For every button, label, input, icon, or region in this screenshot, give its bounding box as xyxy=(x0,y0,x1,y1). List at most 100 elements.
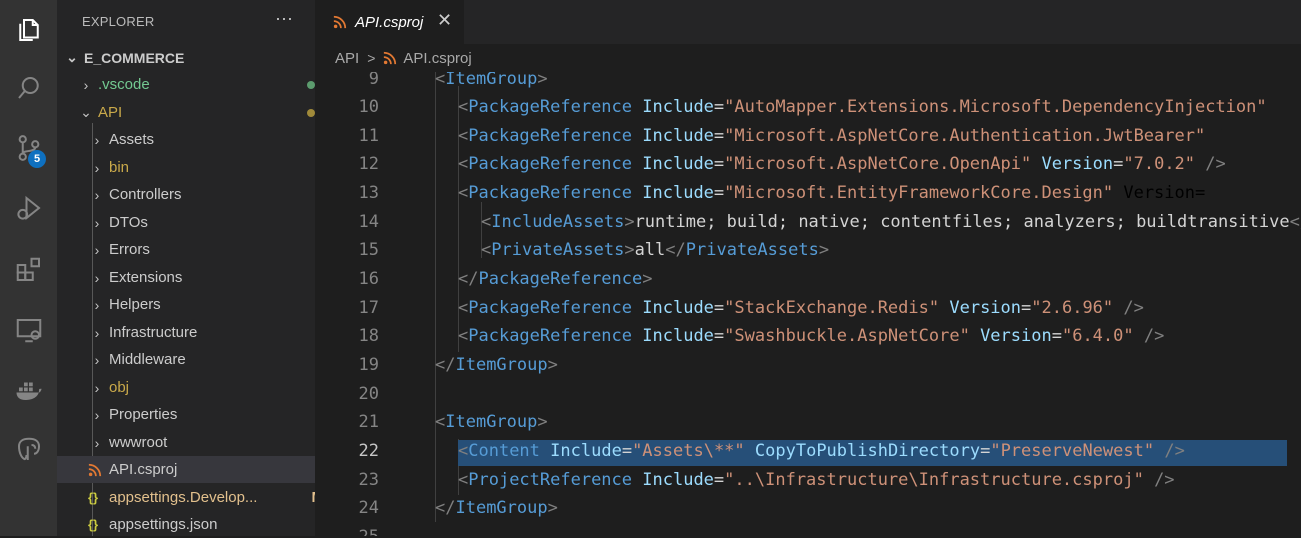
tree-file-appsettings[interactable]: {} appsettings.json xyxy=(57,511,346,538)
workspace-root[interactable]: ⌄ E_COMMERCE xyxy=(57,44,323,71)
line-number: 14 xyxy=(358,212,379,232)
tree-folder-middleware[interactable]: › Middleware xyxy=(57,346,348,373)
tree-item-label: bin xyxy=(109,159,130,176)
chevron-right-icon: › xyxy=(83,76,89,93)
postgres-icon[interactable] xyxy=(0,426,57,474)
chevron-right-icon: › xyxy=(94,241,100,258)
tree-item-label: Controllers xyxy=(109,186,182,203)
explorer-sidebar: EXPLORER ··· ⌄ E_COMMERCE › .vscode ⌄ AP… xyxy=(57,0,346,536)
breadcrumb: API > API.csproj xyxy=(315,44,1301,72)
explorer-icon[interactable] xyxy=(0,6,57,54)
chevron-right-icon: › xyxy=(94,159,100,176)
tree-folder-bin[interactable]: › bin xyxy=(57,154,348,181)
chevron-right-icon: › xyxy=(94,269,100,286)
chevron-right-icon: › xyxy=(94,214,100,231)
tree-item-label: appsettings.Develop... xyxy=(109,489,258,506)
tree-file-appsettings-dev[interactable]: {} appsettings.Develop... M xyxy=(57,484,346,511)
tree-item-label: Helpers xyxy=(109,296,161,313)
tree-item-label: obj xyxy=(109,379,130,396)
docker-icon[interactable] xyxy=(0,366,57,414)
tree-folder-properties[interactable]: › Properties xyxy=(57,401,348,428)
tree-folder-dtos[interactable]: › DTOs xyxy=(57,209,348,236)
line-number: 24 xyxy=(358,498,379,518)
line-number: 17 xyxy=(358,298,379,318)
tree-item-label: wwwroot xyxy=(109,434,168,451)
code-line: </ItemGroup> xyxy=(435,355,558,375)
tree-folder-assets[interactable]: › Assets xyxy=(57,126,348,153)
chevron-right-icon: › xyxy=(94,406,100,423)
line-number: 23 xyxy=(358,470,379,490)
line-number: 18 xyxy=(358,326,379,346)
code-line-active: <Content Include="Assets\**" CopyToPubli… xyxy=(458,441,1185,461)
line-number: 25 xyxy=(315,527,379,536)
chevron-right-icon: › xyxy=(94,324,100,341)
rss-file-icon xyxy=(384,51,397,65)
line-number: 16 xyxy=(358,269,379,289)
tree-item-label: Assets xyxy=(109,131,155,148)
line-number: 12 xyxy=(358,154,379,174)
chevron-down-icon: ⌄ xyxy=(66,49,78,65)
line-number: 20 xyxy=(358,384,379,404)
tree-item-label: appsettings.json xyxy=(109,516,218,533)
code-line: <PackageReference Include="Microsoft.Asp… xyxy=(458,154,1226,174)
tab-bar: API.csproj ✕ xyxy=(315,0,1301,44)
code-line: <IncludeAssets>runtime; build; native; c… xyxy=(481,212,1301,232)
tree-item-label: API xyxy=(98,104,123,121)
code-line: <PackageReference Include="StackExchange… xyxy=(458,298,1144,318)
tree-folder-obj[interactable]: › obj xyxy=(57,374,348,401)
tree-folder-extensions[interactable]: › Extensions xyxy=(57,264,348,291)
chevron-right-icon: › xyxy=(94,379,100,396)
code-line: <PackageReference Include="AutoMapper.Ex… xyxy=(458,97,1267,117)
tree-folder-infrastructure[interactable]: › Infrastructure xyxy=(57,319,348,346)
git-status-dot xyxy=(307,109,315,117)
json-file-icon: {} xyxy=(88,517,99,532)
source-control-badge: 5 xyxy=(28,150,46,168)
close-icon[interactable]: ✕ xyxy=(437,10,452,31)
breadcrumb-file[interactable]: API.csproj xyxy=(403,50,471,67)
tree-file-api-csproj[interactable]: API.csproj xyxy=(57,456,346,483)
code-line: <ItemGroup> xyxy=(435,72,548,89)
source-control-icon[interactable] xyxy=(0,124,57,172)
tree-folder-vscode[interactable]: › .vscode xyxy=(57,71,337,98)
rss-file-icon xyxy=(88,463,102,476)
code-editor[interactable]: 9 10 11 12 13 14 15 16 17 18 19 20 21 22… xyxy=(315,72,1301,536)
line-number-active: 22 xyxy=(358,441,379,461)
line-number: 15 xyxy=(358,240,379,260)
remote-explorer-icon[interactable] xyxy=(0,306,57,354)
code-line: <ProjectReference Include="..\Infrastruc… xyxy=(458,470,1175,490)
tree-item-label: Errors xyxy=(109,241,150,258)
chevron-right-icon: › xyxy=(94,131,100,148)
search-icon[interactable] xyxy=(0,64,57,112)
tree-item-label: API.csproj xyxy=(109,461,178,478)
line-number: 10 xyxy=(358,97,379,117)
breadcrumb-folder[interactable]: API xyxy=(335,50,359,67)
tree-item-label: Properties xyxy=(109,406,178,423)
activity-bar: 5 xyxy=(0,0,57,536)
tab-label: API.csproj xyxy=(355,13,424,31)
line-number: 11 xyxy=(358,126,379,146)
chevron-right-icon: › xyxy=(94,186,100,203)
tree-folder-controllers[interactable]: › Controllers xyxy=(57,181,348,208)
line-number: 19 xyxy=(358,355,379,375)
code-line: <PackageReference Include="Microsoft.Asp… xyxy=(458,126,1206,146)
line-number: 21 xyxy=(358,412,379,432)
chevron-right-icon: › xyxy=(94,296,100,313)
tree-folder-errors[interactable]: › Errors xyxy=(57,236,348,263)
tab-api-csproj[interactable]: API.csproj ✕ xyxy=(315,0,464,44)
tree-item-label: Middleware xyxy=(109,351,186,368)
workspace-root-label: E_COMMERCE xyxy=(84,49,185,66)
code-line: <PackageReference Include="Swashbuckle.A… xyxy=(458,326,1165,346)
tree-folder-api[interactable]: ⌄ API xyxy=(57,99,337,126)
tree-folder-helpers[interactable]: › Helpers xyxy=(57,291,348,318)
json-file-icon: {} xyxy=(88,490,99,505)
explorer-title: EXPLORER xyxy=(82,14,155,29)
code-line: <PrivateAssets>all</PrivateAssets> xyxy=(481,240,830,260)
tree-item-label: Infrastructure xyxy=(109,324,198,341)
run-debug-icon[interactable] xyxy=(0,184,57,232)
chevron-right-icon: › xyxy=(94,434,100,451)
chevron-right-icon: > xyxy=(367,50,376,66)
more-actions-icon[interactable]: ··· xyxy=(275,8,293,29)
code-line: </PackageReference> xyxy=(458,269,653,289)
tree-folder-wwwroot[interactable]: › wwwroot xyxy=(57,429,348,456)
extensions-icon[interactable] xyxy=(0,246,57,294)
